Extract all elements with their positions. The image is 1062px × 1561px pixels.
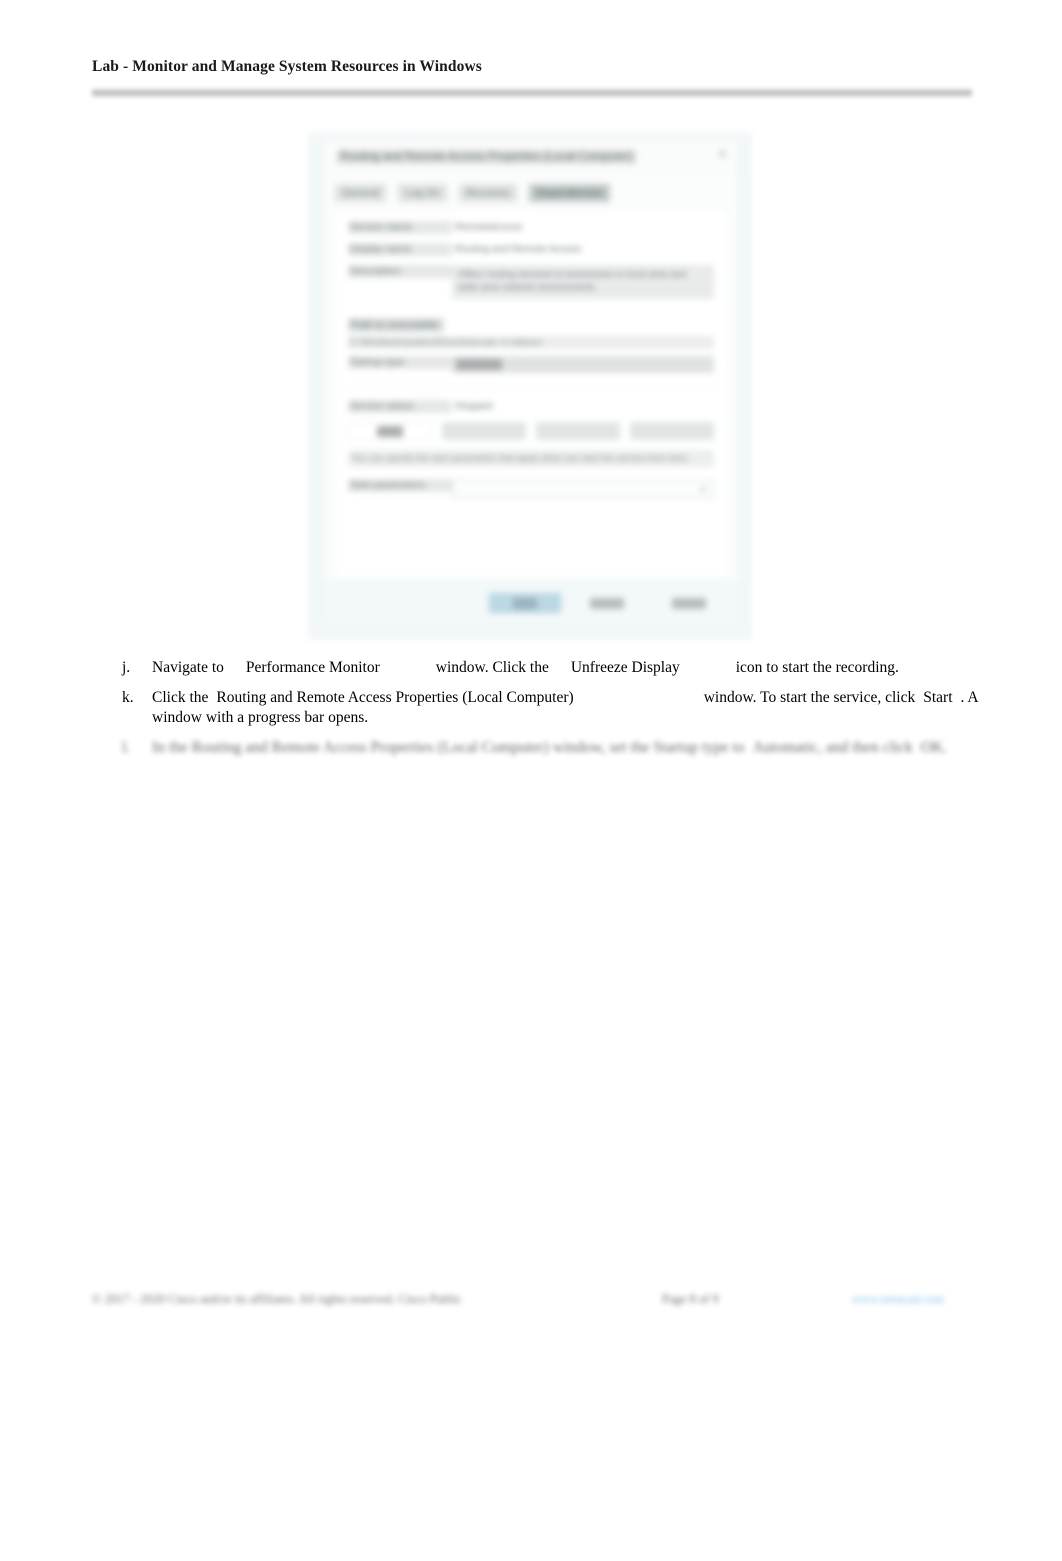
- startup-type-select[interactable]: [452, 355, 714, 373]
- instruction-j-part3: icon to start the recording.: [735, 659, 899, 676]
- tab-log-on[interactable]: Log On: [398, 184, 447, 202]
- display-name-label: Display name:: [348, 243, 452, 256]
- tab-dependencies[interactable]: Dependencies: [529, 184, 611, 202]
- service-name-value: RemoteAccess: [455, 222, 523, 233]
- body-divider: [348, 386, 714, 388]
- startup-type-label: Startup type:: [348, 355, 452, 369]
- dialog-screenshot-figure: Routing and Remote Access Properties (Lo…: [308, 132, 752, 640]
- path-to-executable-value: C:\Windows\system32\svchost.exe -k netsv…: [348, 335, 714, 349]
- instruction-marker-j: j.: [122, 659, 131, 676]
- service-status-row: Service status: Stopped: [348, 399, 714, 413]
- service-status-value: Stopped: [455, 400, 493, 412]
- instruction-item-j: j. Navigate to Performance Monitor window.…: [122, 658, 982, 679]
- instruction-l-part2: , and then click: [818, 738, 913, 756]
- footer-link[interactable]: www.netacad.com: [852, 1292, 944, 1307]
- instruction-j-part1: Navigate to: [152, 659, 224, 676]
- service-status-label: Service status:: [348, 399, 452, 413]
- instruction-j-bold1: Performance Monitor: [245, 659, 380, 676]
- instruction-k-part1: Click the: [152, 688, 209, 706]
- footer-page-number: Page 8 of 9: [662, 1292, 719, 1306]
- instruction-l-bold2: OK: [920, 738, 944, 756]
- apply-button[interactable]: [653, 593, 725, 613]
- start-parameters-row: Start parameters:: [348, 479, 714, 500]
- instruction-text-j: Navigate to Performance Monitor window. Cl…: [152, 658, 982, 679]
- stop-button[interactable]: [442, 421, 526, 440]
- resume-button[interactable]: [630, 421, 714, 440]
- pause-button[interactable]: [536, 421, 620, 440]
- instruction-marker-l: l.: [122, 738, 131, 756]
- instruction-k-part2: window. To start the service, click: [703, 688, 916, 706]
- description-row: Description: Offers routing services to …: [348, 265, 714, 299]
- start-button[interactable]: [348, 421, 432, 440]
- dialog-tab-bar: General Log On Recovery Dependencies: [335, 184, 611, 202]
- description-value: Offers routing services to businesses in…: [452, 265, 714, 299]
- start-parameters-label: Start parameters:: [348, 479, 452, 493]
- instruction-item-l: l. In the Routing and Remote Access Prop…: [122, 738, 982, 759]
- instruction-l-part1: In the Routing and Remote Access Propert…: [152, 738, 745, 756]
- description-label: Description:: [348, 265, 452, 278]
- startup-type-value-glyph: [456, 358, 502, 370]
- close-icon[interactable]: ✕: [716, 148, 729, 161]
- instruction-k-bold1: Routing and Remote Access Properties (Lo…: [216, 688, 574, 706]
- instruction-marker-k: k.: [122, 688, 134, 706]
- dialog-titlebar: Routing and Remote Access Properties (Lo…: [323, 140, 739, 176]
- path-to-executable-label: Path to executable:: [348, 317, 444, 332]
- footer-copyright: © 2017 - 2020 Cisco and/or its affiliate…: [92, 1292, 462, 1306]
- instruction-list: j. Navigate to Performance Monitor window.…: [122, 658, 982, 767]
- service-properties-dialog: Routing and Remote Access Properties (Lo…: [322, 139, 740, 626]
- instruction-l-part3: .: [943, 738, 948, 756]
- dialog-title: Routing and Remote Access Properties (Lo…: [337, 150, 636, 164]
- apply-button-label-glyph: [672, 598, 706, 609]
- tab-general[interactable]: General: [335, 184, 387, 202]
- instruction-item-k: k. Click the Routing and Remote Access Pr…: [122, 688, 982, 729]
- service-control-buttons: [348, 421, 714, 440]
- cancel-button-label-glyph: [590, 598, 624, 609]
- display-name-value: Routing and Remote Access: [455, 244, 582, 255]
- tab-recovery[interactable]: Recovery: [458, 184, 518, 202]
- page-title: Lab - Monitor and Manage System Resource…: [92, 58, 482, 75]
- page-footer: © 2017 - 2020 Cisco and/or its affiliate…: [92, 1292, 972, 1320]
- instruction-text-k: Click the Routing and Remote Access Prope…: [152, 688, 982, 729]
- startup-type-row: Startup type:: [348, 355, 714, 373]
- ok-button[interactable]: [489, 593, 561, 613]
- ok-button-label-glyph: [513, 598, 537, 609]
- instruction-l-bold1: Automatic: [752, 738, 819, 756]
- instruction-j-bold2: Unfreeze Display: [570, 659, 680, 676]
- page-header: Lab - Monitor and Manage System Resource…: [92, 58, 972, 76]
- start-parameters-input[interactable]: [452, 479, 714, 500]
- dialog-footer: [323, 581, 739, 625]
- service-name-label: Service name:: [348, 221, 452, 234]
- instruction-k-bold2: Start: [923, 688, 953, 706]
- instruction-text-l: In the Routing and Remote Access Propert…: [152, 738, 982, 759]
- start-parameters-note: You can specify the start parameters tha…: [348, 449, 714, 468]
- cancel-button[interactable]: [571, 593, 643, 613]
- header-divider: [92, 88, 972, 98]
- service-name-row: Service name: RemoteAccess: [348, 221, 714, 234]
- dialog-body: Service name: RemoteAccess Display name:…: [333, 208, 729, 579]
- instruction-j-part2: window. Click the: [435, 659, 549, 676]
- display-name-row: Display name: Routing and Remote Access: [348, 243, 714, 256]
